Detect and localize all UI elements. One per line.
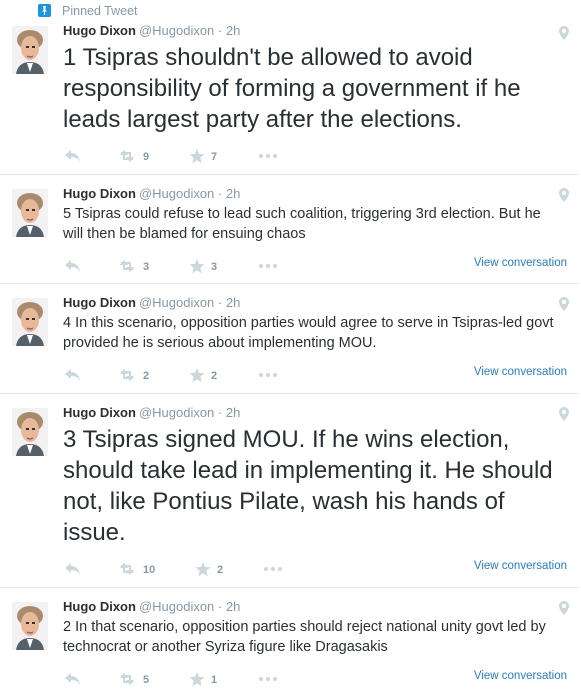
tweet-actions: 5 1 xyxy=(63,672,483,688)
tweet-text: 3 Tsipras signed MOU. If he wins electio… xyxy=(63,426,553,546)
favorite-button[interactable]: 3 xyxy=(189,259,229,275)
favorite-button[interactable]: 1 xyxy=(189,672,229,688)
favorite-count: 2 xyxy=(217,564,224,576)
tweet-time[interactable]: 2h xyxy=(226,295,240,310)
favorite-count: 7 xyxy=(211,151,218,163)
more-icon xyxy=(259,154,277,158)
view-conversation-link[interactable]: View conversation xyxy=(474,560,567,572)
reply-icon xyxy=(65,369,80,381)
retweet-button[interactable]: 9 xyxy=(117,149,157,165)
geo-pin-icon[interactable] xyxy=(559,297,569,311)
retweet-button[interactable]: 10 xyxy=(117,562,157,578)
retweet-count: 9 xyxy=(143,151,150,163)
retweet-count: 5 xyxy=(143,674,150,686)
separator-dot: · xyxy=(214,186,226,201)
tweet-header: Hugo Dixon @Hugodixon · 2h xyxy=(63,23,240,38)
favorite-icon xyxy=(189,259,205,274)
favorite-button[interactable]: 7 xyxy=(189,149,229,165)
separator-dot: · xyxy=(214,599,226,614)
retweet-button[interactable]: 2 xyxy=(117,368,157,384)
favorite-icon xyxy=(195,562,211,577)
retweet-count: 2 xyxy=(143,370,150,382)
more-icon xyxy=(259,264,277,268)
favorite-count: 2 xyxy=(211,370,218,382)
geo-pin-icon[interactable] xyxy=(559,26,569,40)
retweet-button[interactable]: 5 xyxy=(117,672,157,688)
reply-icon xyxy=(65,260,80,272)
reply-icon xyxy=(65,150,80,162)
retweet-icon xyxy=(120,563,134,575)
tweet-time[interactable]: 2h xyxy=(226,405,240,420)
view-conversation-link[interactable]: View conversation xyxy=(474,366,567,378)
geo-pin-icon[interactable] xyxy=(559,601,569,615)
author-name[interactable]: Hugo Dixon xyxy=(63,599,136,614)
more-icon xyxy=(259,677,277,681)
pin-icon xyxy=(38,4,51,17)
author-name[interactable]: Hugo Dixon xyxy=(63,186,136,201)
tweet-header: Hugo Dixon @Hugodixon · 2h xyxy=(63,295,240,310)
reply-icon xyxy=(65,673,80,685)
separator-dot: · xyxy=(214,295,226,310)
geo-pin-icon[interactable] xyxy=(559,188,569,202)
tweet-text: 2 In that scenario, opposition parties s… xyxy=(63,619,546,655)
tweet-actions: 3 3 xyxy=(63,259,483,275)
retweet-icon xyxy=(120,260,134,272)
tweet-actions: 2 2 xyxy=(63,368,483,384)
tweet[interactable]: Hugo Dixon @Hugodixon · 2h 5 Tsipras coul… xyxy=(0,175,579,284)
tweet[interactable]: Hugo Dixon @Hugodixon · 2h 3 Tsipras sign… xyxy=(0,394,579,588)
avatar[interactable] xyxy=(12,189,48,237)
author-handle[interactable]: @Hugodixon xyxy=(139,186,214,201)
retweet-icon xyxy=(120,673,134,685)
separator-dot: · xyxy=(214,23,226,38)
view-conversation-link[interactable]: View conversation xyxy=(474,670,567,682)
tweet-text: 5 Tsipras could refuse to lead such coal… xyxy=(63,206,541,242)
pinned-tweet-label-row: Pinned Tweet xyxy=(0,0,581,20)
avatar[interactable] xyxy=(12,26,48,74)
tweet-header: Hugo Dixon @Hugodixon · 2h xyxy=(63,405,240,420)
separator-dot: · xyxy=(214,405,226,420)
tweet-header: Hugo Dixon @Hugodixon · 2h xyxy=(63,599,240,614)
timeline: Pinned Tweet Hugo Dixon @Hugodixon · 2h 1… xyxy=(0,0,581,696)
tweet-time[interactable]: 2h xyxy=(226,186,240,201)
favorite-count: 3 xyxy=(211,261,218,273)
retweet-icon xyxy=(120,150,134,162)
pinned-label: Pinned Tweet xyxy=(62,4,138,18)
tweet[interactable]: Hugo Dixon @Hugodixon · 2h 4 In this scen… xyxy=(0,284,579,394)
favorite-icon xyxy=(189,368,205,383)
reply-icon xyxy=(65,563,80,575)
avatar[interactable] xyxy=(12,602,48,650)
favorite-count: 1 xyxy=(211,674,218,686)
author-handle[interactable]: @Hugodixon xyxy=(139,23,214,38)
tweet-actions: 9 7 xyxy=(63,149,483,165)
tweet-header: Hugo Dixon @Hugodixon · 2h xyxy=(63,186,240,201)
more-icon xyxy=(264,567,282,571)
view-conversation-link[interactable]: View conversation xyxy=(474,257,567,269)
favorite-button[interactable]: 2 xyxy=(195,562,235,578)
tweet[interactable]: Hugo Dixon @Hugodixon · 2h 2 In that scen… xyxy=(0,588,579,696)
author-name[interactable]: Hugo Dixon xyxy=(63,405,136,420)
retweet-count: 3 xyxy=(143,261,150,273)
author-name[interactable]: Hugo Dixon xyxy=(63,295,136,310)
geo-pin-icon[interactable] xyxy=(559,407,569,421)
retweet-button[interactable]: 3 xyxy=(117,259,157,275)
favorite-button[interactable]: 2 xyxy=(189,368,229,384)
avatar[interactable] xyxy=(12,298,48,346)
tweet[interactable]: Hugo Dixon @Hugodixon · 2h 1 Tsipras shou… xyxy=(0,20,579,175)
author-handle[interactable]: @Hugodixon xyxy=(139,405,214,420)
tweet-actions: 10 2 xyxy=(63,562,483,578)
favorite-icon xyxy=(189,672,205,687)
retweet-count: 10 xyxy=(143,564,156,576)
more-icon xyxy=(259,373,277,377)
tweet-text: 1 Tsipras shouldn't be allowed to avoid … xyxy=(63,44,521,133)
retweet-icon xyxy=(120,369,134,381)
tweet-time[interactable]: 2h xyxy=(226,23,240,38)
tweet-time[interactable]: 2h xyxy=(226,599,240,614)
favorite-icon xyxy=(189,149,205,164)
tweet-text: 4 In this scenario, opposition parties w… xyxy=(63,315,554,351)
avatar[interactable] xyxy=(12,408,48,456)
author-name[interactable]: Hugo Dixon xyxy=(63,23,136,38)
author-handle[interactable]: @Hugodixon xyxy=(139,599,214,614)
author-handle[interactable]: @Hugodixon xyxy=(139,295,214,310)
